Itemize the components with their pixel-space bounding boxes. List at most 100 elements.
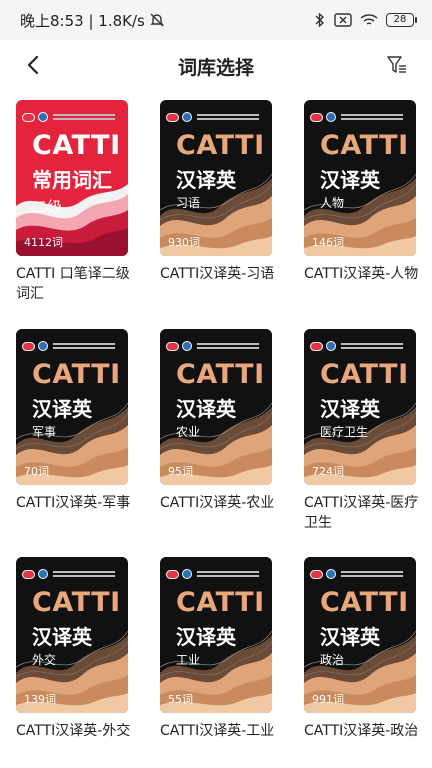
word-count: 724词	[312, 465, 344, 478]
wordbook-title[interactable]: CATTI汉译英-政治	[304, 721, 422, 741]
battery-icon: 28	[386, 13, 417, 27]
wordbook-card[interactable]: CATTI 汉译英 习语 930词 CATTI汉译英-习语	[160, 100, 288, 284]
cover-main-text: CATTI	[320, 359, 409, 390]
catti-seal-icon	[182, 112, 192, 122]
cover-topic-text: 外交	[32, 653, 57, 667]
word-count: 146词	[312, 236, 344, 249]
sim-disabled-icon	[334, 13, 352, 27]
wordbook-cover[interactable]: CATTI 汉译英 人物 146词	[304, 100, 416, 256]
cover-fine-print	[197, 343, 259, 349]
wordbook-cover[interactable]: CATTI 汉译英 外交 139词	[16, 557, 128, 713]
word-count: 139词	[24, 693, 56, 706]
status-right: 28	[314, 12, 417, 28]
cover-topic-text: 工业	[176, 653, 201, 667]
filter-icon	[387, 56, 406, 73]
cover-logos	[166, 569, 259, 579]
cover-sub-text: 汉译英	[32, 397, 92, 421]
wordbook-card[interactable]: CATTI 汉译英 农业 95词 CATTI汉译英-农业	[160, 329, 288, 513]
cover-logos	[166, 112, 259, 122]
page-title: 词库选择	[177, 56, 254, 79]
wordbook-card[interactable]: CATTI 汉译英 人物 146词 CATTI汉译英-人物	[304, 100, 432, 284]
cover-main-text: CATTI	[32, 587, 121, 618]
wordbook-card[interactable]: CATTI 汉译英 医疗卫生 724词 CATTI汉译英-医疗卫生	[304, 329, 432, 533]
cover-fine-print	[341, 114, 403, 120]
wifi-icon	[360, 14, 378, 25]
cover-main-text: CATTI	[32, 130, 121, 161]
cover-topic-text: 政治	[320, 653, 345, 667]
wordbook-cover[interactable]: CATTI 汉译英 军事 70词	[16, 329, 128, 485]
cover-main-text: CATTI	[320, 587, 409, 618]
wordbook-card[interactable]: CATTI 常用词汇 二级 4112词 CATTI 口笔译二级词汇	[16, 100, 144, 304]
cover-fine-print	[341, 343, 403, 349]
wordbook-grid: CATTI 常用词汇 二级 4112词 CATTI 口笔译二级词汇 CATTI …	[0, 92, 432, 768]
publisher-logo-icon	[22, 341, 35, 351]
cover-sub-text: 常用词汇	[32, 168, 112, 192]
status-time-speed: 晚上8:53 | 1.8K/s	[20, 11, 145, 30]
wordbook-title[interactable]: CATTI 口笔译二级词汇	[16, 264, 134, 304]
publisher-logo-icon	[310, 341, 323, 351]
wordbook-cover[interactable]: CATTI 汉译英 医疗卫生 724词	[304, 329, 416, 485]
word-count: 991词	[312, 693, 344, 706]
wordbook-card[interactable]: CATTI 汉译英 政治 991词 CATTI汉译英-政治	[304, 557, 432, 741]
cover-topic-text: 军事	[32, 425, 57, 439]
cover-sub-text: 汉译英	[176, 397, 236, 421]
cover-topic-text: 人物	[320, 196, 345, 210]
wordbook-title[interactable]: CATTI汉译英-农业	[160, 493, 278, 513]
chevron-left-icon	[27, 55, 39, 75]
app-header: 词库选择	[0, 40, 432, 92]
filter-button[interactable]	[382, 50, 412, 80]
cover-fine-print	[197, 114, 259, 120]
cover-logos	[22, 112, 115, 122]
publisher-logo-icon	[166, 341, 179, 351]
cover-main-text: CATTI	[176, 359, 265, 390]
cover-sub-text: 汉译英	[320, 397, 380, 421]
cover-sub-text: 汉译英	[176, 168, 236, 192]
cover-main-text: CATTI	[32, 359, 121, 390]
wordbook-title[interactable]: CATTI汉译英-外交	[16, 721, 134, 741]
cover-fine-print	[197, 571, 259, 577]
publisher-logo-icon	[22, 112, 35, 122]
wordbook-title[interactable]: CATTI汉译英-军事	[16, 493, 134, 513]
publisher-logo-icon	[22, 569, 35, 579]
wordbook-cover[interactable]: CATTI 汉译英 工业 55词	[160, 557, 272, 713]
cover-main-text: CATTI	[176, 130, 265, 161]
catti-seal-icon	[182, 569, 192, 579]
mute-alarm-icon	[150, 13, 164, 27]
catti-seal-icon	[326, 112, 336, 122]
cover-fine-print	[53, 114, 115, 120]
bluetooth-icon	[315, 12, 325, 28]
cover-sub-text: 汉译英	[320, 168, 380, 192]
status-bar: 晚上8:53 | 1.8K/s 28	[0, 0, 432, 40]
word-count: 95词	[168, 465, 193, 478]
cover-logos	[310, 569, 403, 579]
cover-logos	[166, 341, 259, 351]
wordbook-title[interactable]: CATTI汉译英-人物	[304, 264, 422, 284]
wordbook-card[interactable]: CATTI 汉译英 军事 70词 CATTI汉译英-军事	[16, 329, 144, 513]
wordbook-cover[interactable]: CATTI 汉译英 农业 95词	[160, 329, 272, 485]
catti-seal-icon	[326, 569, 336, 579]
cover-topic-text: 医疗卫生	[320, 425, 369, 439]
cover-fine-print	[53, 343, 115, 349]
wordbook-card[interactable]: CATTI 汉译英 工业 55词 CATTI汉译英-工业	[160, 557, 288, 741]
wordbook-title[interactable]: CATTI汉译英-医疗卫生	[304, 493, 422, 533]
wordbook-cover[interactable]: CATTI 汉译英 习语 930词	[160, 100, 272, 256]
cover-sub-text: 汉译英	[320, 625, 380, 649]
wordbook-card[interactable]: CATTI 汉译英 外交 139词 CATTI汉译英-外交	[16, 557, 144, 741]
catti-seal-icon	[38, 112, 48, 122]
cover-fine-print	[341, 571, 403, 577]
word-count: 55词	[168, 693, 193, 706]
cover-logos	[22, 341, 115, 351]
cover-main-text: CATTI	[320, 130, 409, 161]
back-button[interactable]	[18, 50, 48, 80]
catti-seal-icon	[38, 569, 48, 579]
wordbook-cover[interactable]: CATTI 常用词汇 二级 4112词	[16, 100, 128, 256]
cover-logos	[310, 112, 403, 122]
wordbook-cover[interactable]: CATTI 汉译英 政治 991词	[304, 557, 416, 713]
cover-topic-text: 农业	[176, 425, 201, 439]
wordbook-title[interactable]: CATTI汉译英-习语	[160, 264, 278, 284]
cover-topic-text: 二级	[32, 198, 63, 216]
word-count: 70词	[24, 465, 49, 478]
cover-topic-text: 习语	[176, 196, 201, 210]
publisher-logo-icon	[310, 569, 323, 579]
wordbook-title[interactable]: CATTI汉译英-工业	[160, 721, 278, 741]
